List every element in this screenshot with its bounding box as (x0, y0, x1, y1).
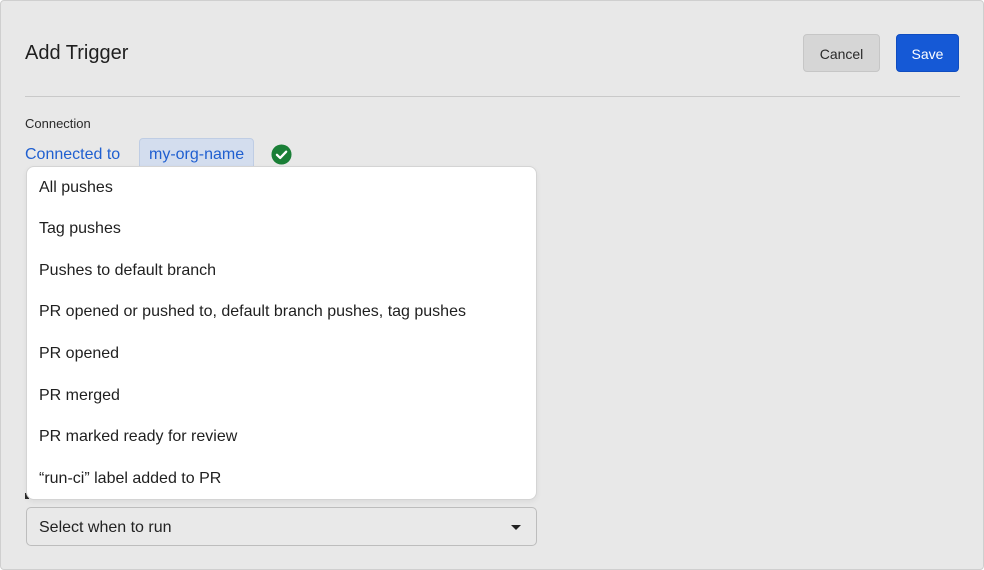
option-tag-pushes[interactable]: Tag pushes (39, 219, 121, 239)
connected-to-link[interactable]: Connected to (25, 145, 120, 165)
run-trigger-select[interactable]: Select when to run (26, 507, 537, 546)
cancel-button[interactable]: Cancel (803, 34, 880, 72)
option-default-branch-pushes[interactable]: Pushes to default branch (39, 261, 216, 281)
connection-section-label: Connection (25, 116, 91, 131)
chevron-down-icon[interactable] (511, 525, 521, 530)
dialog-title: Add Trigger (25, 42, 129, 64)
option-pr-merged[interactable]: PR merged (39, 386, 120, 406)
header-divider (25, 96, 960, 97)
option-pr-ready-for-review[interactable]: PR marked ready for review (39, 427, 237, 447)
add-trigger-dialog: Add Trigger Cancel Save Connection Conne… (0, 0, 984, 570)
select-value: Select when to run (39, 519, 172, 536)
save-button[interactable]: Save (896, 34, 959, 72)
option-run-ci-label[interactable]: “run-ci” label added to PR (39, 469, 221, 489)
trigger-options-menu: All pushes Tag pushes Pushes to default … (26, 166, 537, 500)
option-pr-and-pushes[interactable]: PR opened or pushed to, default branch p… (39, 302, 466, 322)
check-circle-icon (271, 144, 292, 165)
option-pr-opened[interactable]: PR opened (39, 344, 119, 364)
option-all-pushes[interactable]: All pushes (39, 178, 113, 198)
